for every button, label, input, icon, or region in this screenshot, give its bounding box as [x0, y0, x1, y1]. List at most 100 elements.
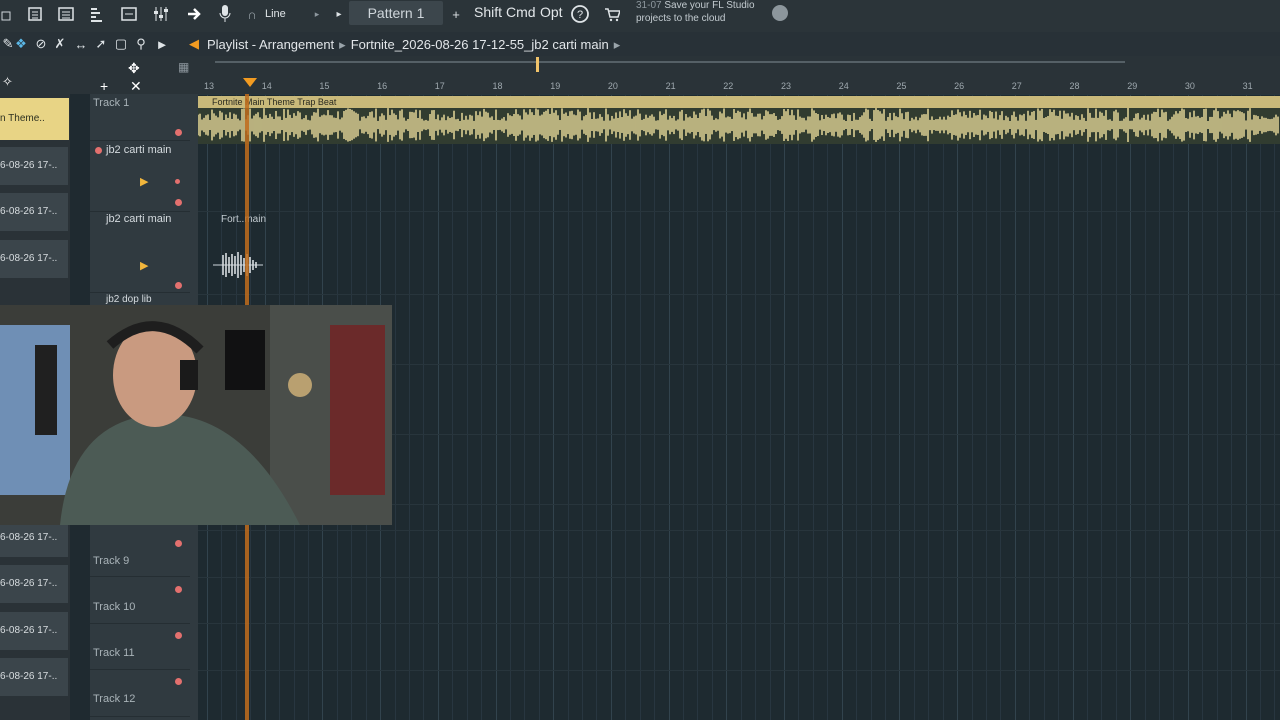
select-icon[interactable]: ▢	[113, 36, 129, 52]
clip-title-bar[interactable]	[198, 96, 1280, 108]
track-header-2[interactable]: jb2 carti main ▶	[90, 141, 190, 212]
grid-line	[697, 94, 699, 720]
bar-number[interactable]: 25	[896, 81, 906, 91]
track-record-dot[interactable]	[175, 179, 180, 184]
track-header-10[interactable]: Track 10	[90, 577, 190, 624]
playlist-icon[interactable]	[55, 2, 77, 26]
track-mute-dot[interactable]	[175, 678, 182, 685]
bar-number[interactable]: 17	[435, 81, 445, 91]
browser-icon[interactable]	[24, 2, 46, 26]
picker-item[interactable]: 6-08-26 17-..	[0, 565, 68, 603]
grid-line	[1231, 94, 1233, 720]
track-header-1[interactable]: Track 1	[90, 94, 190, 141]
grid-line	[856, 94, 858, 720]
bar-number[interactable]: 28	[1070, 81, 1080, 91]
picker-item-selected[interactable]: n Theme..	[0, 98, 69, 140]
piano-roll-icon[interactable]	[86, 2, 108, 26]
bar-number[interactable]: 15	[319, 81, 329, 91]
track-mute-dot[interactable]	[175, 129, 182, 136]
expand-icon[interactable]: ✧	[2, 74, 13, 90]
track-mute-dot[interactable]	[95, 147, 102, 154]
clip-label-fort: Fort..main	[221, 214, 267, 225]
news-panel[interactable]: 31-07 Save your FL Studio projects to th…	[636, 0, 786, 25]
grid-line	[524, 94, 526, 720]
grid-line	[913, 94, 915, 720]
bar-number[interactable]: 29	[1127, 81, 1137, 91]
track-mute-dot[interactable]	[175, 282, 182, 289]
track-header-3[interactable]: jb2 carti main ▶	[90, 212, 190, 293]
track-mute-dot[interactable]	[175, 199, 182, 206]
track-mute-dot[interactable]	[175, 632, 182, 639]
track-header-11[interactable]: Track 11	[90, 623, 190, 670]
bar-number[interactable]: 27	[1012, 81, 1022, 91]
track-speaker-icon[interactable]: ▶	[140, 259, 148, 272]
opt-button[interactable]: Opt	[540, 4, 563, 20]
mute-icon[interactable]: ✗	[52, 36, 68, 52]
slice-icon[interactable]: ➚	[93, 36, 109, 52]
picker-item[interactable]: 6-08-26 17-..	[0, 658, 68, 696]
cart-icon[interactable]	[602, 2, 622, 26]
bar-number[interactable]: 21	[666, 81, 676, 91]
bar-number[interactable]: 13	[204, 81, 214, 91]
close-icon[interactable]: ✕	[130, 78, 142, 95]
add-pattern-button[interactable]: +	[449, 2, 463, 26]
speaker-icon[interactable]: ►	[154, 36, 170, 52]
grid-icon[interactable]: ▦	[178, 60, 189, 74]
grid-line	[408, 94, 410, 720]
delete-icon[interactable]: ⊘	[33, 36, 49, 52]
playhead-marker[interactable]	[243, 78, 257, 87]
playlist-arrow-icon[interactable]: ◀	[186, 36, 202, 52]
help-icon[interactable]: ?	[568, 2, 592, 26]
track-mute-dot[interactable]	[175, 540, 182, 547]
microphone-icon[interactable]	[216, 2, 234, 26]
picker-item-label: 6-08-26 17-..	[0, 671, 58, 682]
picker-item-label: 6-08-26 17-..	[0, 625, 58, 636]
bar-number[interactable]: 18	[493, 81, 503, 91]
bar-number[interactable]: 23	[781, 81, 791, 91]
track-row-line	[198, 211, 1280, 212]
picker-item[interactable]: 6-08-26 17-..	[0, 612, 68, 650]
picker-item[interactable]: 6-08-26 17-..	[0, 147, 68, 185]
bar-number[interactable]: 16	[377, 81, 387, 91]
snap-selector[interactable]: Line	[265, 2, 315, 26]
track-row-line	[198, 94, 1280, 95]
grid-line	[1029, 94, 1031, 720]
paint-icon[interactable]: ❖	[13, 36, 29, 52]
picker-item-label: 6-08-26 17-..	[0, 206, 58, 217]
channel-rack-icon[interactable]	[118, 2, 140, 26]
pattern-selector[interactable]: Pattern 1	[349, 1, 443, 25]
song-position-marker[interactable]	[536, 57, 539, 72]
webcam-overlay	[0, 305, 392, 525]
track-row-line	[198, 577, 1280, 578]
track-header-12[interactable]: Track 12	[90, 670, 190, 717]
bar-number[interactable]: 19	[550, 81, 560, 91]
arrow-right-icon[interactable]	[183, 2, 205, 26]
bar-number[interactable]: 24	[839, 81, 849, 91]
shift-button[interactable]: Shift	[474, 4, 502, 20]
mixer-icon[interactable]	[150, 2, 172, 26]
song-scrollbar[interactable]	[215, 61, 1125, 63]
snap-arrow-icon[interactable]: ▸	[312, 2, 322, 26]
news-cloud-icon[interactable]	[772, 5, 788, 21]
picker-item[interactable]: 6-08-26 17-..	[0, 193, 68, 231]
resize-icon[interactable]: ✥	[128, 60, 140, 77]
bar-number[interactable]: 30	[1185, 81, 1195, 91]
zoom-icon[interactable]: ⚲	[133, 36, 149, 52]
cmd-button[interactable]: Cmd	[506, 4, 536, 20]
magnet-icon[interactable]: ∩	[245, 2, 259, 26]
slip-icon[interactable]: ↔	[73, 36, 89, 52]
track-header-9[interactable]: Track 9	[90, 530, 190, 577]
track-speaker-icon[interactable]: ▶	[140, 175, 148, 188]
grid-line	[1072, 94, 1074, 720]
tool-icon-a[interactable]	[0, 2, 12, 26]
bar-number[interactable]: 22	[723, 81, 733, 91]
pattern-prev-icon[interactable]: ▸	[333, 2, 345, 26]
track-mute-dot[interactable]	[175, 586, 182, 593]
track-row-line	[198, 294, 1280, 295]
bar-number[interactable]: 31	[1243, 81, 1253, 91]
bar-number[interactable]: 14	[262, 81, 272, 91]
picker-item[interactable]: 6-08-26 17-..	[0, 240, 68, 278]
bar-number[interactable]: 26	[954, 81, 964, 91]
bar-number[interactable]: 20	[608, 81, 618, 91]
add-track-icon[interactable]: +	[100, 78, 108, 94]
